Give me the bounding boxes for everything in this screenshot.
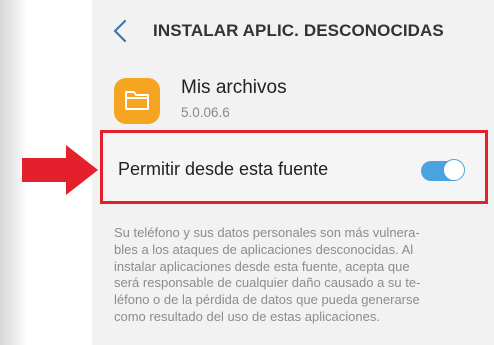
- settings-screen: INSTALAR APLIC. DESCONOCIDAS Mis archivo…: [92, 0, 494, 345]
- right-arrow-icon: [22, 143, 100, 197]
- chevron-left-icon[interactable]: [110, 18, 132, 44]
- security-warning-text: Su teléfono y sus datos personales son m…: [114, 225, 421, 324]
- allow-from-source-label: Permitir desde esta fuente: [118, 159, 329, 179]
- toggle-knob: [443, 159, 465, 181]
- app-version: 5.0.06.6: [181, 105, 230, 120]
- screenshot-stage: INSTALAR APLIC. DESCONOCIDAS Mis archivo…: [0, 0, 494, 345]
- page-title: INSTALAR APLIC. DESCONOCIDAS: [153, 21, 444, 40]
- allow-from-source-row[interactable]: Permitir desde esta fuente: [100, 130, 488, 204]
- folder-icon: [114, 78, 160, 124]
- app-name: Mis archivos: [181, 77, 287, 98]
- allow-from-source-toggle[interactable]: [421, 159, 465, 181]
- header-bar: INSTALAR APLIC. DESCONOCIDAS: [92, 0, 494, 62]
- app-info-row: Mis archivos 5.0.06.6: [92, 72, 494, 128]
